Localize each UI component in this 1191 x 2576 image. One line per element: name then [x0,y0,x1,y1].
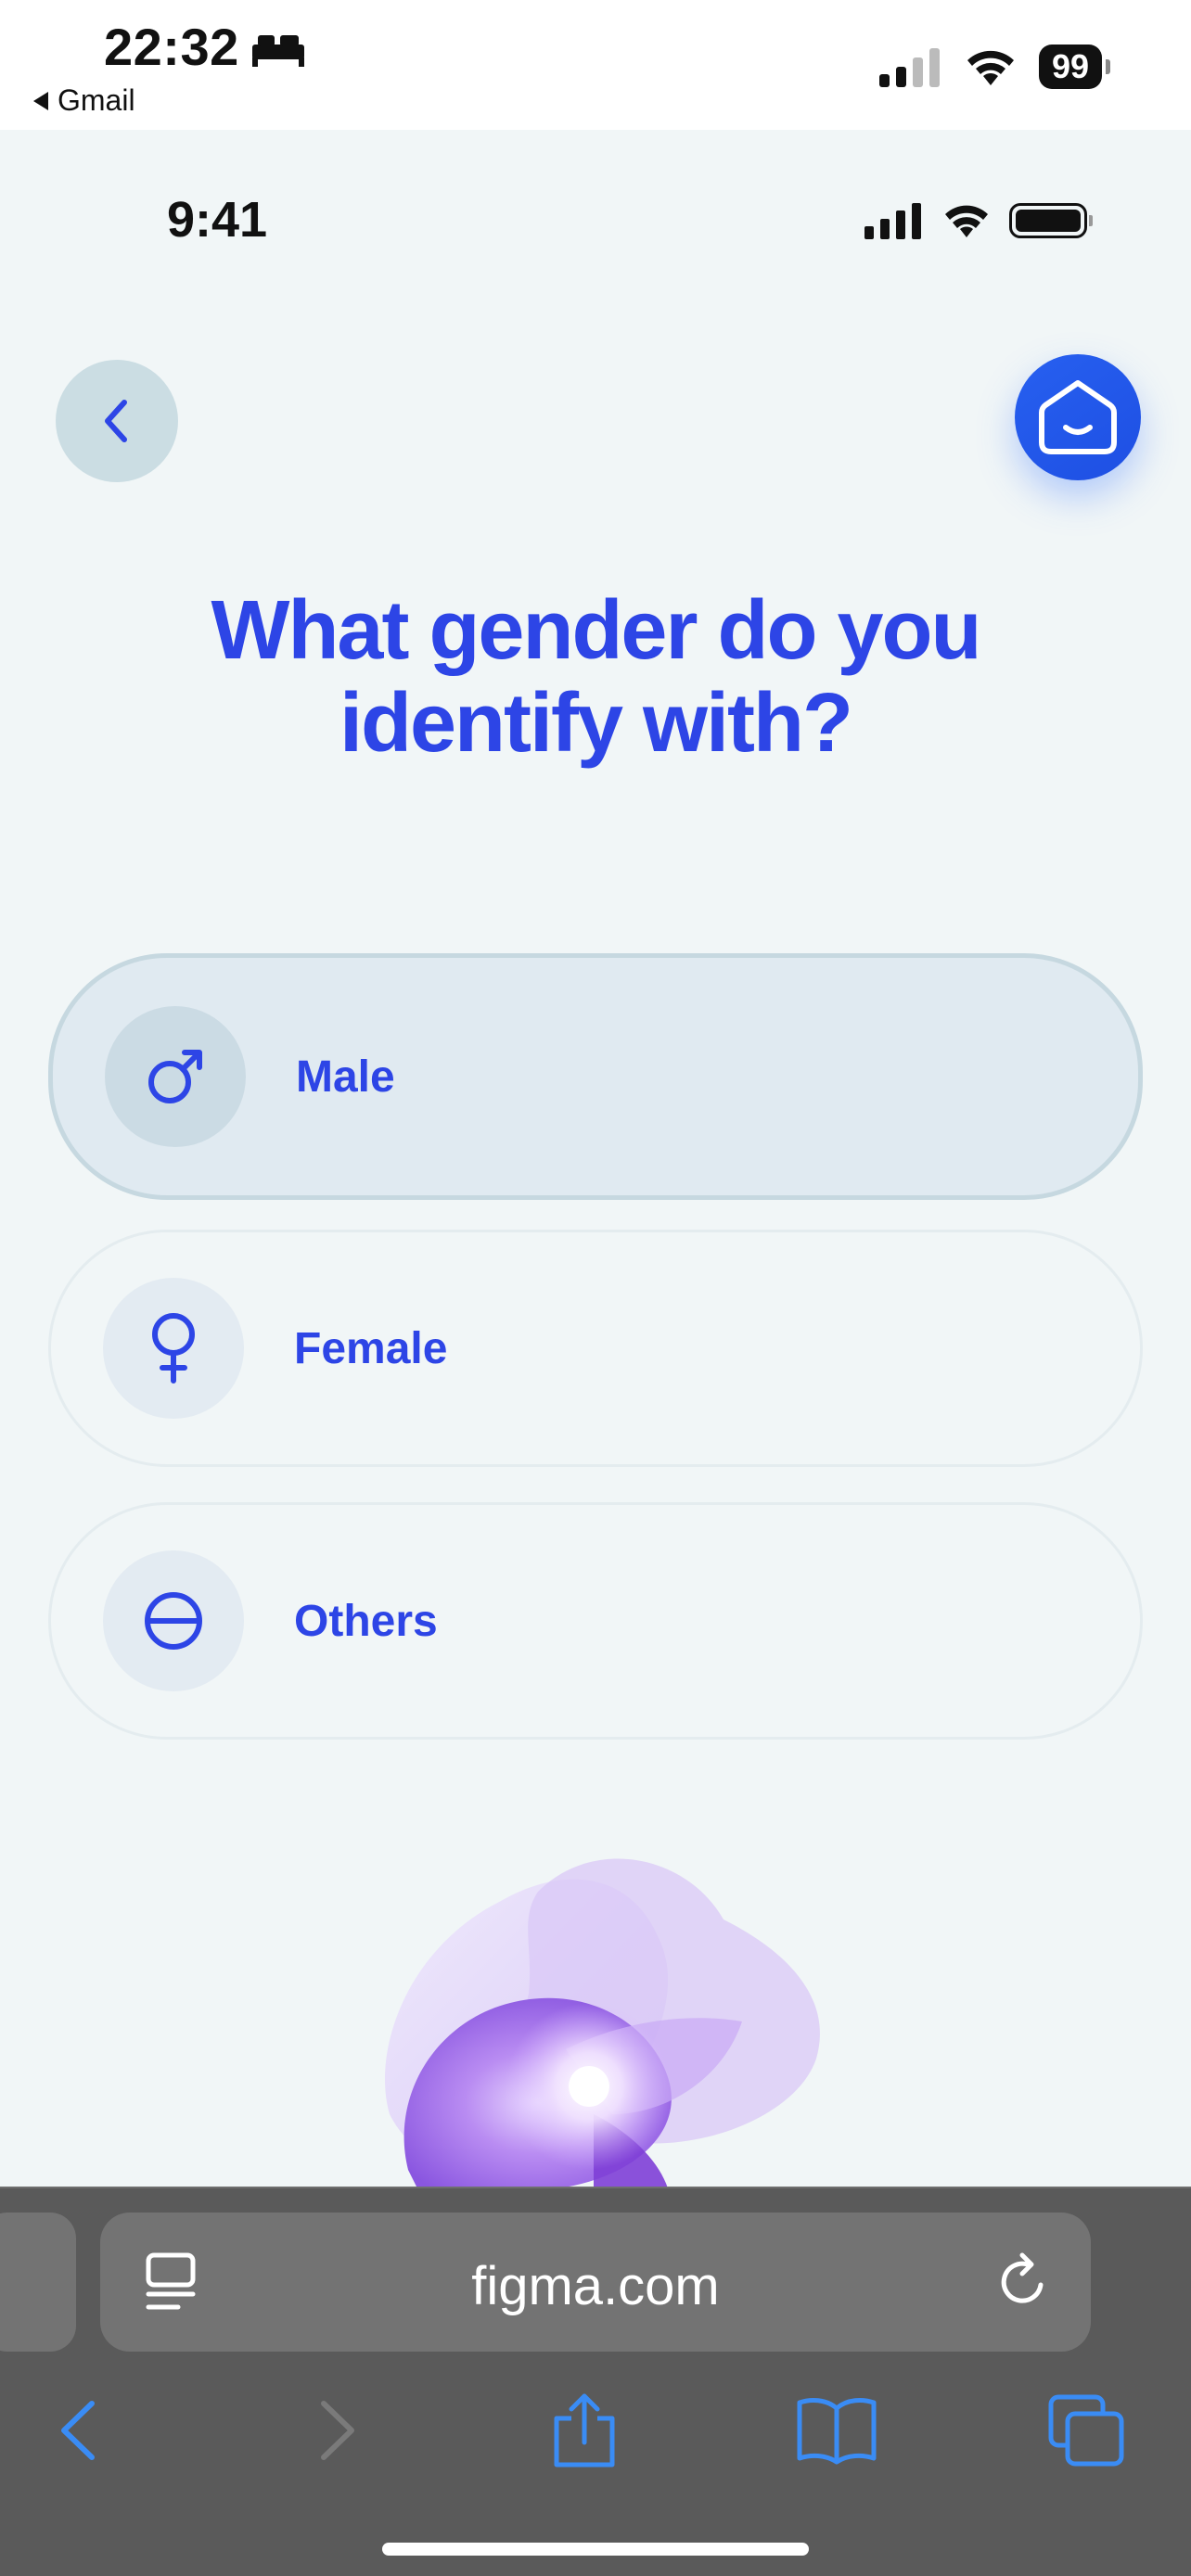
address-bar[interactable]: figma.com [100,2213,1091,2352]
url-text: figma.com [471,2256,720,2316]
device-status-bar: 22:32 Gmail 99 [0,0,1191,130]
smiling-house-icon [1039,380,1117,454]
mock-status-icons [863,202,1093,239]
option-label: Male [296,1052,395,1102]
page-title: What gender do you identify with? [0,584,1191,770]
browser-forward-button[interactable] [291,2389,384,2472]
book-icon [797,2398,877,2465]
bookmarks-button[interactable] [790,2389,883,2472]
share-icon [554,2393,615,2468]
mock-status-time: 9:41 [167,192,268,248]
wifi-icon [967,50,1014,85]
mock-signal-icon [864,203,921,239]
option-female[interactable]: Female [48,1230,1143,1467]
share-button[interactable] [538,2389,631,2472]
back-button[interactable] [56,360,178,482]
home-indicator [382,2543,809,2556]
browser-back-button[interactable] [32,2389,124,2472]
browser-nav-toolbar [0,2374,1191,2485]
decorative-orb-illustration [385,1858,820,2188]
back-triangle-icon [33,91,48,110]
option-others[interactable]: Others [48,1502,1143,1740]
browser-toolbar: figma.com [0,2187,1191,2576]
back-app-label: Gmail [58,83,135,117]
home-button[interactable] [1015,354,1141,480]
browser-forward-icon [321,2401,354,2460]
gender-options: Male Female Others [48,953,1143,1775]
device-status-icons: 99 [877,45,1111,89]
chevron-left-icon [105,400,127,442]
male-symbol-icon [105,1006,246,1147]
title-line-2: identify with? [339,677,853,770]
back-to-app-link[interactable]: Gmail [33,83,135,118]
option-label: Others [294,1596,438,1646]
mock-battery-icon [1009,203,1093,238]
tabs-button[interactable] [1041,2389,1133,2472]
cellular-signal-icon [878,48,940,87]
battery-indicator: 99 [1038,45,1111,89]
female-symbol-icon [103,1278,244,1419]
reload-icon[interactable] [994,2251,1054,2313]
title-line-1: What gender do you [211,584,982,677]
others-symbol-icon [103,1550,244,1691]
option-male[interactable]: Male [48,953,1143,1200]
bed-icon [252,35,304,67]
tabs-icon [1048,2394,1124,2467]
browser-back-icon [61,2401,95,2460]
option-label: Female [294,1323,448,1373]
device-time: 22:32 [104,18,239,76]
previous-tab-preview[interactable] [0,2213,76,2352]
mock-wifi-icon [945,205,988,237]
